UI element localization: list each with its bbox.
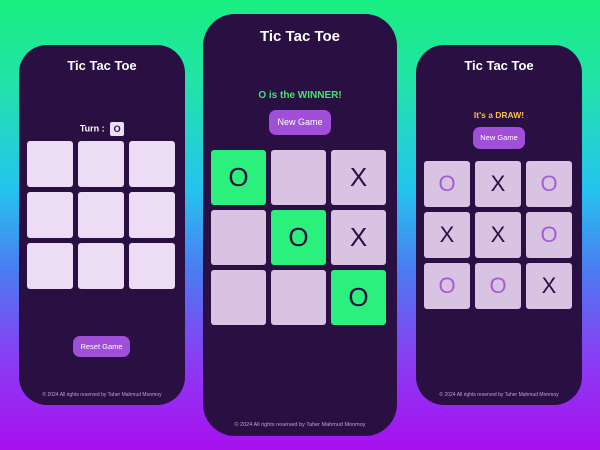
board-cell[interactable] [27, 243, 73, 289]
board-cell[interactable] [78, 192, 124, 238]
board-cell[interactable]: O [526, 161, 572, 207]
board-cell[interactable] [129, 243, 175, 289]
board-cell[interactable] [78, 141, 124, 187]
board-cell[interactable] [271, 270, 326, 325]
board-cell[interactable] [27, 192, 73, 238]
new-game-button[interactable]: New Game [473, 127, 525, 149]
phone-screen-turn: Tic Tac Toe Turn : O Reset Game © 2024 A… [19, 45, 185, 405]
board-cell[interactable]: X [331, 150, 386, 205]
board-cell[interactable] [129, 192, 175, 238]
board-cell[interactable] [271, 150, 326, 205]
board-cell[interactable] [78, 243, 124, 289]
board-cell[interactable]: O [526, 212, 572, 258]
phone-screen-draw: Tic Tac Toe It's a DRAW! New Game OXOXXO… [416, 45, 582, 405]
app-title: Tic Tac Toe [464, 58, 534, 73]
footer-copyright: © 2024 All rights reserved by Taher Mahm… [42, 392, 162, 398]
board-cell[interactable]: O [475, 263, 521, 309]
board-cell[interactable]: X [475, 161, 521, 207]
board-cell[interactable]: X [526, 263, 572, 309]
board-cell[interactable]: O [331, 270, 386, 325]
draw-status: It's a DRAW! [473, 110, 525, 120]
board-cell[interactable]: O [211, 150, 266, 205]
board-cell[interactable]: O [271, 210, 326, 265]
board-cell[interactable] [129, 141, 175, 187]
app-title: Tic Tac Toe [67, 58, 137, 73]
turn-indicator: Turn : O [19, 122, 185, 136]
board-cell[interactable]: O [424, 161, 470, 207]
footer-copyright: © 2024 All rights reserved by Taher Mahm… [439, 392, 559, 398]
board-cell[interactable]: X [475, 212, 521, 258]
board-cell[interactable]: O [424, 263, 470, 309]
board-cell[interactable]: X [331, 210, 386, 265]
winner-status: O is the WINNER! [258, 90, 342, 101]
board-cell[interactable] [211, 270, 266, 325]
app-title: Tic Tac Toe [259, 28, 341, 45]
board-cell[interactable] [211, 210, 266, 265]
board-cell[interactable] [27, 141, 73, 187]
board-cell[interactable]: X [424, 212, 470, 258]
turn-value: O [110, 122, 125, 136]
turn-label: Turn : [79, 123, 105, 134]
new-game-button[interactable]: New Game [269, 110, 331, 135]
footer-copyright: © 2024 All rights reserved by Taher Mahm… [234, 422, 366, 428]
reset-game-button[interactable]: Reset Game [73, 336, 130, 357]
phone-screen-winner: Tic Tac Toe O is the WINNER! New Game OX… [203, 14, 397, 436]
